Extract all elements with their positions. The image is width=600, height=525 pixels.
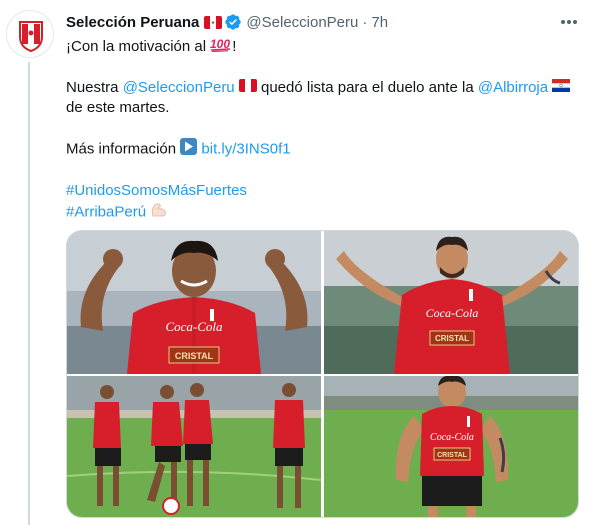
hundred-points-emoji: 100 <box>210 36 232 58</box>
photo-1-image: Coca-Cola CRISTAL <box>67 231 321 374</box>
photo-3-image <box>67 376 321 517</box>
photo-4-sponsor: Coca-Cola <box>430 432 474 443</box>
text-line-1: ¡Con la motivación al 100 ! <box>66 36 586 58</box>
photo-team-training[interactable] <box>67 376 321 517</box>
play-button-emoji <box>180 138 198 161</box>
media-grid: Coca-Cola CRISTAL Coca-Cola CRISTAL Coca… <box>66 230 579 518</box>
thread-line <box>28 62 30 525</box>
photo-1-sponsor-2: CRISTAL <box>175 351 214 361</box>
peru-flag-icon <box>204 15 223 29</box>
handle[interactable]: @SeleccionPeru <box>246 14 358 31</box>
photo-player-flexing[interactable]: Coca-Cola CRISTAL <box>67 231 321 374</box>
peru-flag-icon <box>238 78 257 98</box>
text-mas-informacion: Más información <box>66 140 177 158</box>
flexed-biceps-emoji <box>150 201 168 224</box>
fpf-crest-icon <box>7 11 53 57</box>
text-line-3: de este martes. <box>66 99 170 117</box>
mention-seleccionperu[interactable]: @SeleccionPeru <box>123 79 235 96</box>
info-link[interactable]: bit.ly/3INS0f1 <box>201 141 290 158</box>
photo-1-sponsor: Coca-Cola <box>165 319 223 334</box>
display-name[interactable]: Selección Peruana <box>66 14 199 31</box>
mention-albirroja[interactable]: @Albirroja <box>478 79 548 96</box>
tweet-card[interactable]: Selección Peruana @SeleccionPeru · 7h ¡C… <box>0 0 600 525</box>
hashtag-unidos[interactable]: #UnidosSomosMásFuertes <box>66 181 586 201</box>
tweet-text: ¡Con la motivación al 100 ! Nuestra @Sel… <box>66 36 586 224</box>
verified-badge-icon <box>224 13 242 31</box>
avatar[interactable] <box>6 10 54 58</box>
text-line-2: Nuestra @SeleccionPeru quedó lista para … <box>66 78 586 98</box>
text-line-info: Más información bit.ly/3INS0f1 <box>66 138 586 161</box>
text-nuestra: Nuestra <box>66 79 119 96</box>
football <box>162 497 180 515</box>
tweet-header: Selección Peruana @SeleccionPeru · 7h <box>66 12 388 32</box>
photo-2-image: Coca-Cola CRISTAL <box>324 231 578 374</box>
exclamation: ! <box>232 37 237 55</box>
more-horizontal-icon <box>561 20 577 24</box>
photo-2-sponsor: Coca-Cola <box>426 306 479 320</box>
paraguay-flag-icon <box>552 78 571 98</box>
photo-player-celebrating[interactable]: Coca-Cola CRISTAL <box>324 231 578 374</box>
photo-4-sponsor-2: CRISTAL <box>437 452 468 459</box>
photo-2-sponsor-2: CRISTAL <box>435 334 469 343</box>
photo-player-running[interactable]: Coca-Cola CRISTAL <box>324 376 578 517</box>
timestamp[interactable]: 7h <box>371 14 388 31</box>
text-motivation: ¡Con la motivación al <box>66 37 207 55</box>
text-line-hashtag2: #ArribaPerú <box>66 201 586 224</box>
photo-4-image: Coca-Cola CRISTAL <box>324 376 578 517</box>
hashtag-arribaperu[interactable]: #ArribaPerú <box>66 204 146 221</box>
separator-dot: · <box>362 13 368 31</box>
text-duelo: quedó lista para el duelo ante la <box>261 79 474 96</box>
more-options-button[interactable] <box>556 12 582 32</box>
